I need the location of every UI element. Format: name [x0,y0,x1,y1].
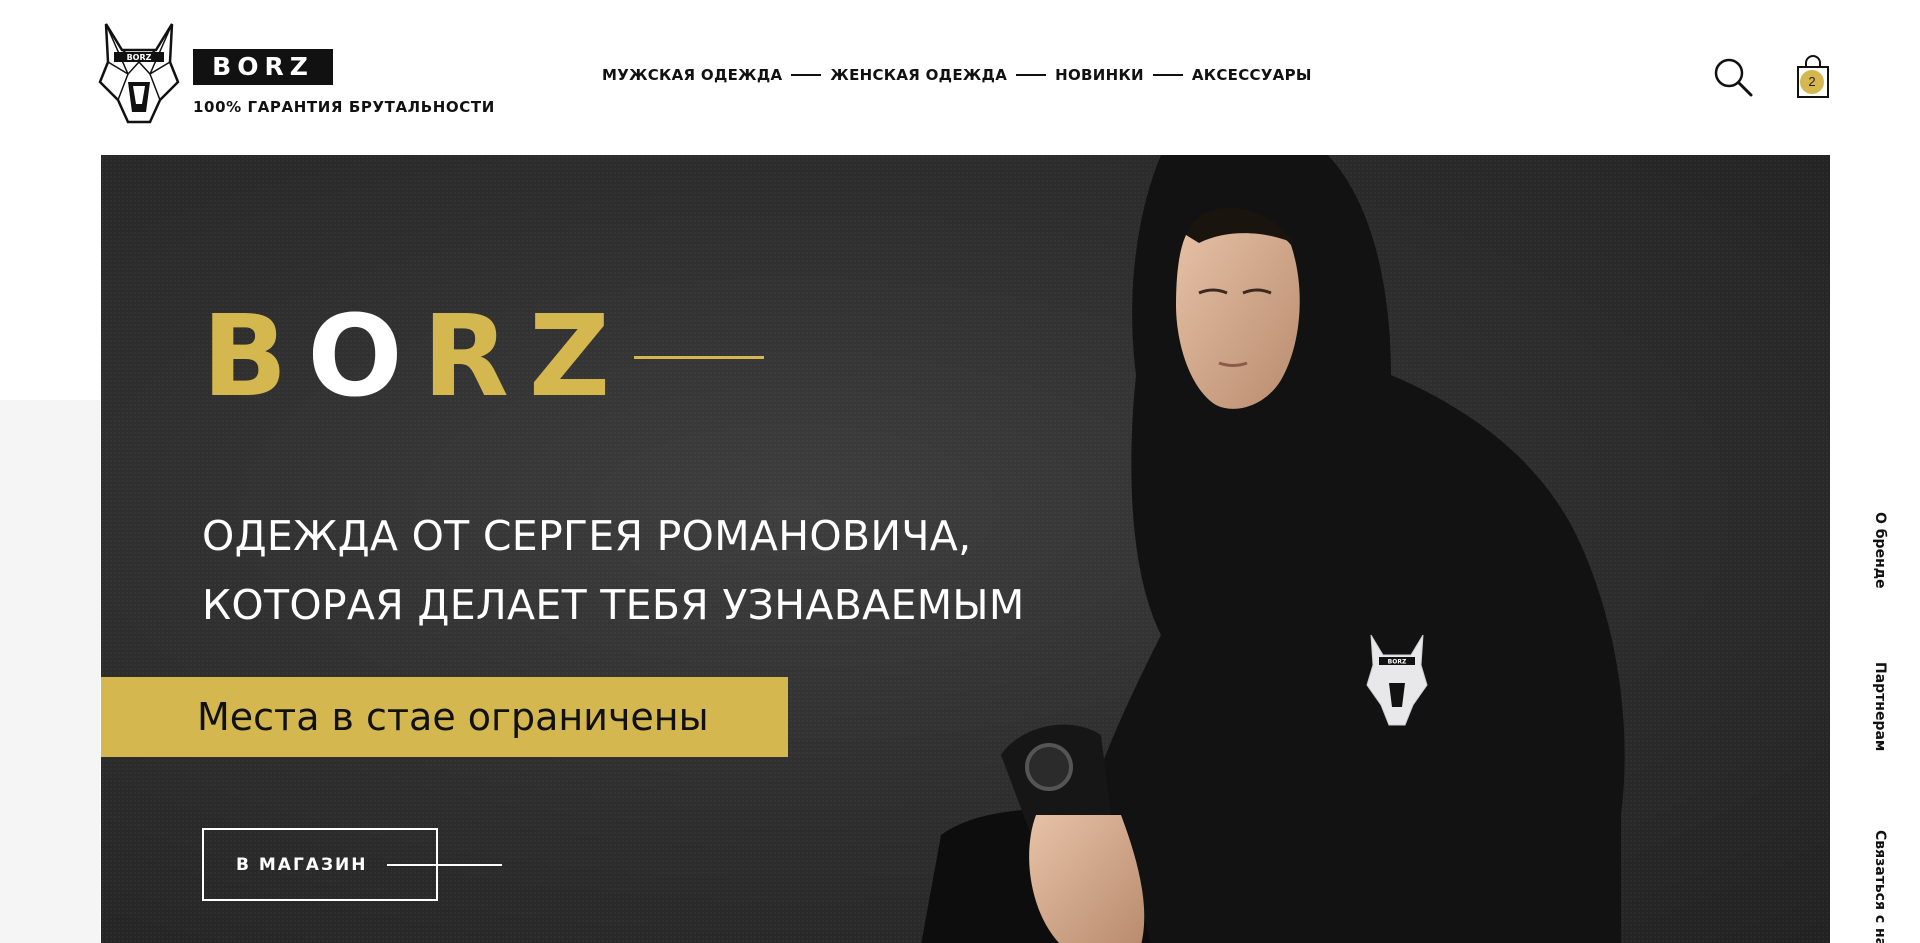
chest-logo-text: BORZ [1388,659,1407,666]
hero-subtitle-line: КОТОРАЯ ДЕЛАЕТ ТЕБЯ УЗНАВАЕМЫМ [202,581,1025,629]
hero-title-letter: Z [528,292,631,422]
shop-button-label: В МАГАЗИН [236,854,368,875]
main-nav: МУЖСКАЯ ОДЕЖДА ЖЕНСКАЯ ОДЕЖДА НОВИНКИ АК… [602,66,1312,84]
side-link-contact[interactable]: Связаться с на [1872,830,1888,943]
hero-banner: BORZ B O R Z ОДЕЖДА ОТ СЕРГЕЯ РОМАНОВИЧА… [101,155,1830,943]
side-link-about[interactable]: О бренде [1872,512,1888,589]
brand-tagline: 100% ГАРАНТИЯ БРУТАЛЬНОСТИ [193,98,495,116]
hero-title: B O R Z [202,292,765,422]
hero-subtitle-line: ОДЕЖДА ОТ СЕРГЕЯ РОМАНОВИЧА, [202,512,972,560]
title-accent-line [634,355,765,359]
search-icon[interactable] [1712,56,1754,98]
shop-button-line [387,864,502,866]
wolf-logo-icon[interactable]: BORZ [98,22,180,125]
brand-name[interactable]: BORZ [193,49,333,85]
nav-separator [1016,74,1047,76]
limited-places-banner: Места в стае ограничены [101,677,788,757]
left-grey-panel [0,400,100,943]
limited-places-text: Места в стае ограничены [197,695,709,739]
nav-separator [791,74,822,76]
cart-count-badge: 2 [1800,70,1824,94]
nav-item-new[interactable]: НОВИНКИ [1055,66,1144,84]
hero-title-letter: O [307,292,423,422]
nav-item-mens[interactable]: МУЖСКАЯ ОДЕЖДА [602,66,782,84]
logo-text: BORZ [127,53,152,62]
side-link-partners[interactable]: Партнерам [1872,662,1888,751]
hero-title-letter: B [202,292,308,422]
nav-item-womens[interactable]: ЖЕНСКАЯ ОДЕЖДА [830,66,1007,84]
nav-separator [1152,74,1183,76]
hero-subtitle: ОДЕЖДА ОТ СЕРГЕЯ РОМАНОВИЧА, КОТОРАЯ ДЕЛ… [202,502,1025,640]
hero-model-photo: BORZ [921,155,1830,943]
nav-item-accessories[interactable]: АКСЕССУАРЫ [1192,66,1312,84]
hero-title-letter: R [422,292,529,422]
